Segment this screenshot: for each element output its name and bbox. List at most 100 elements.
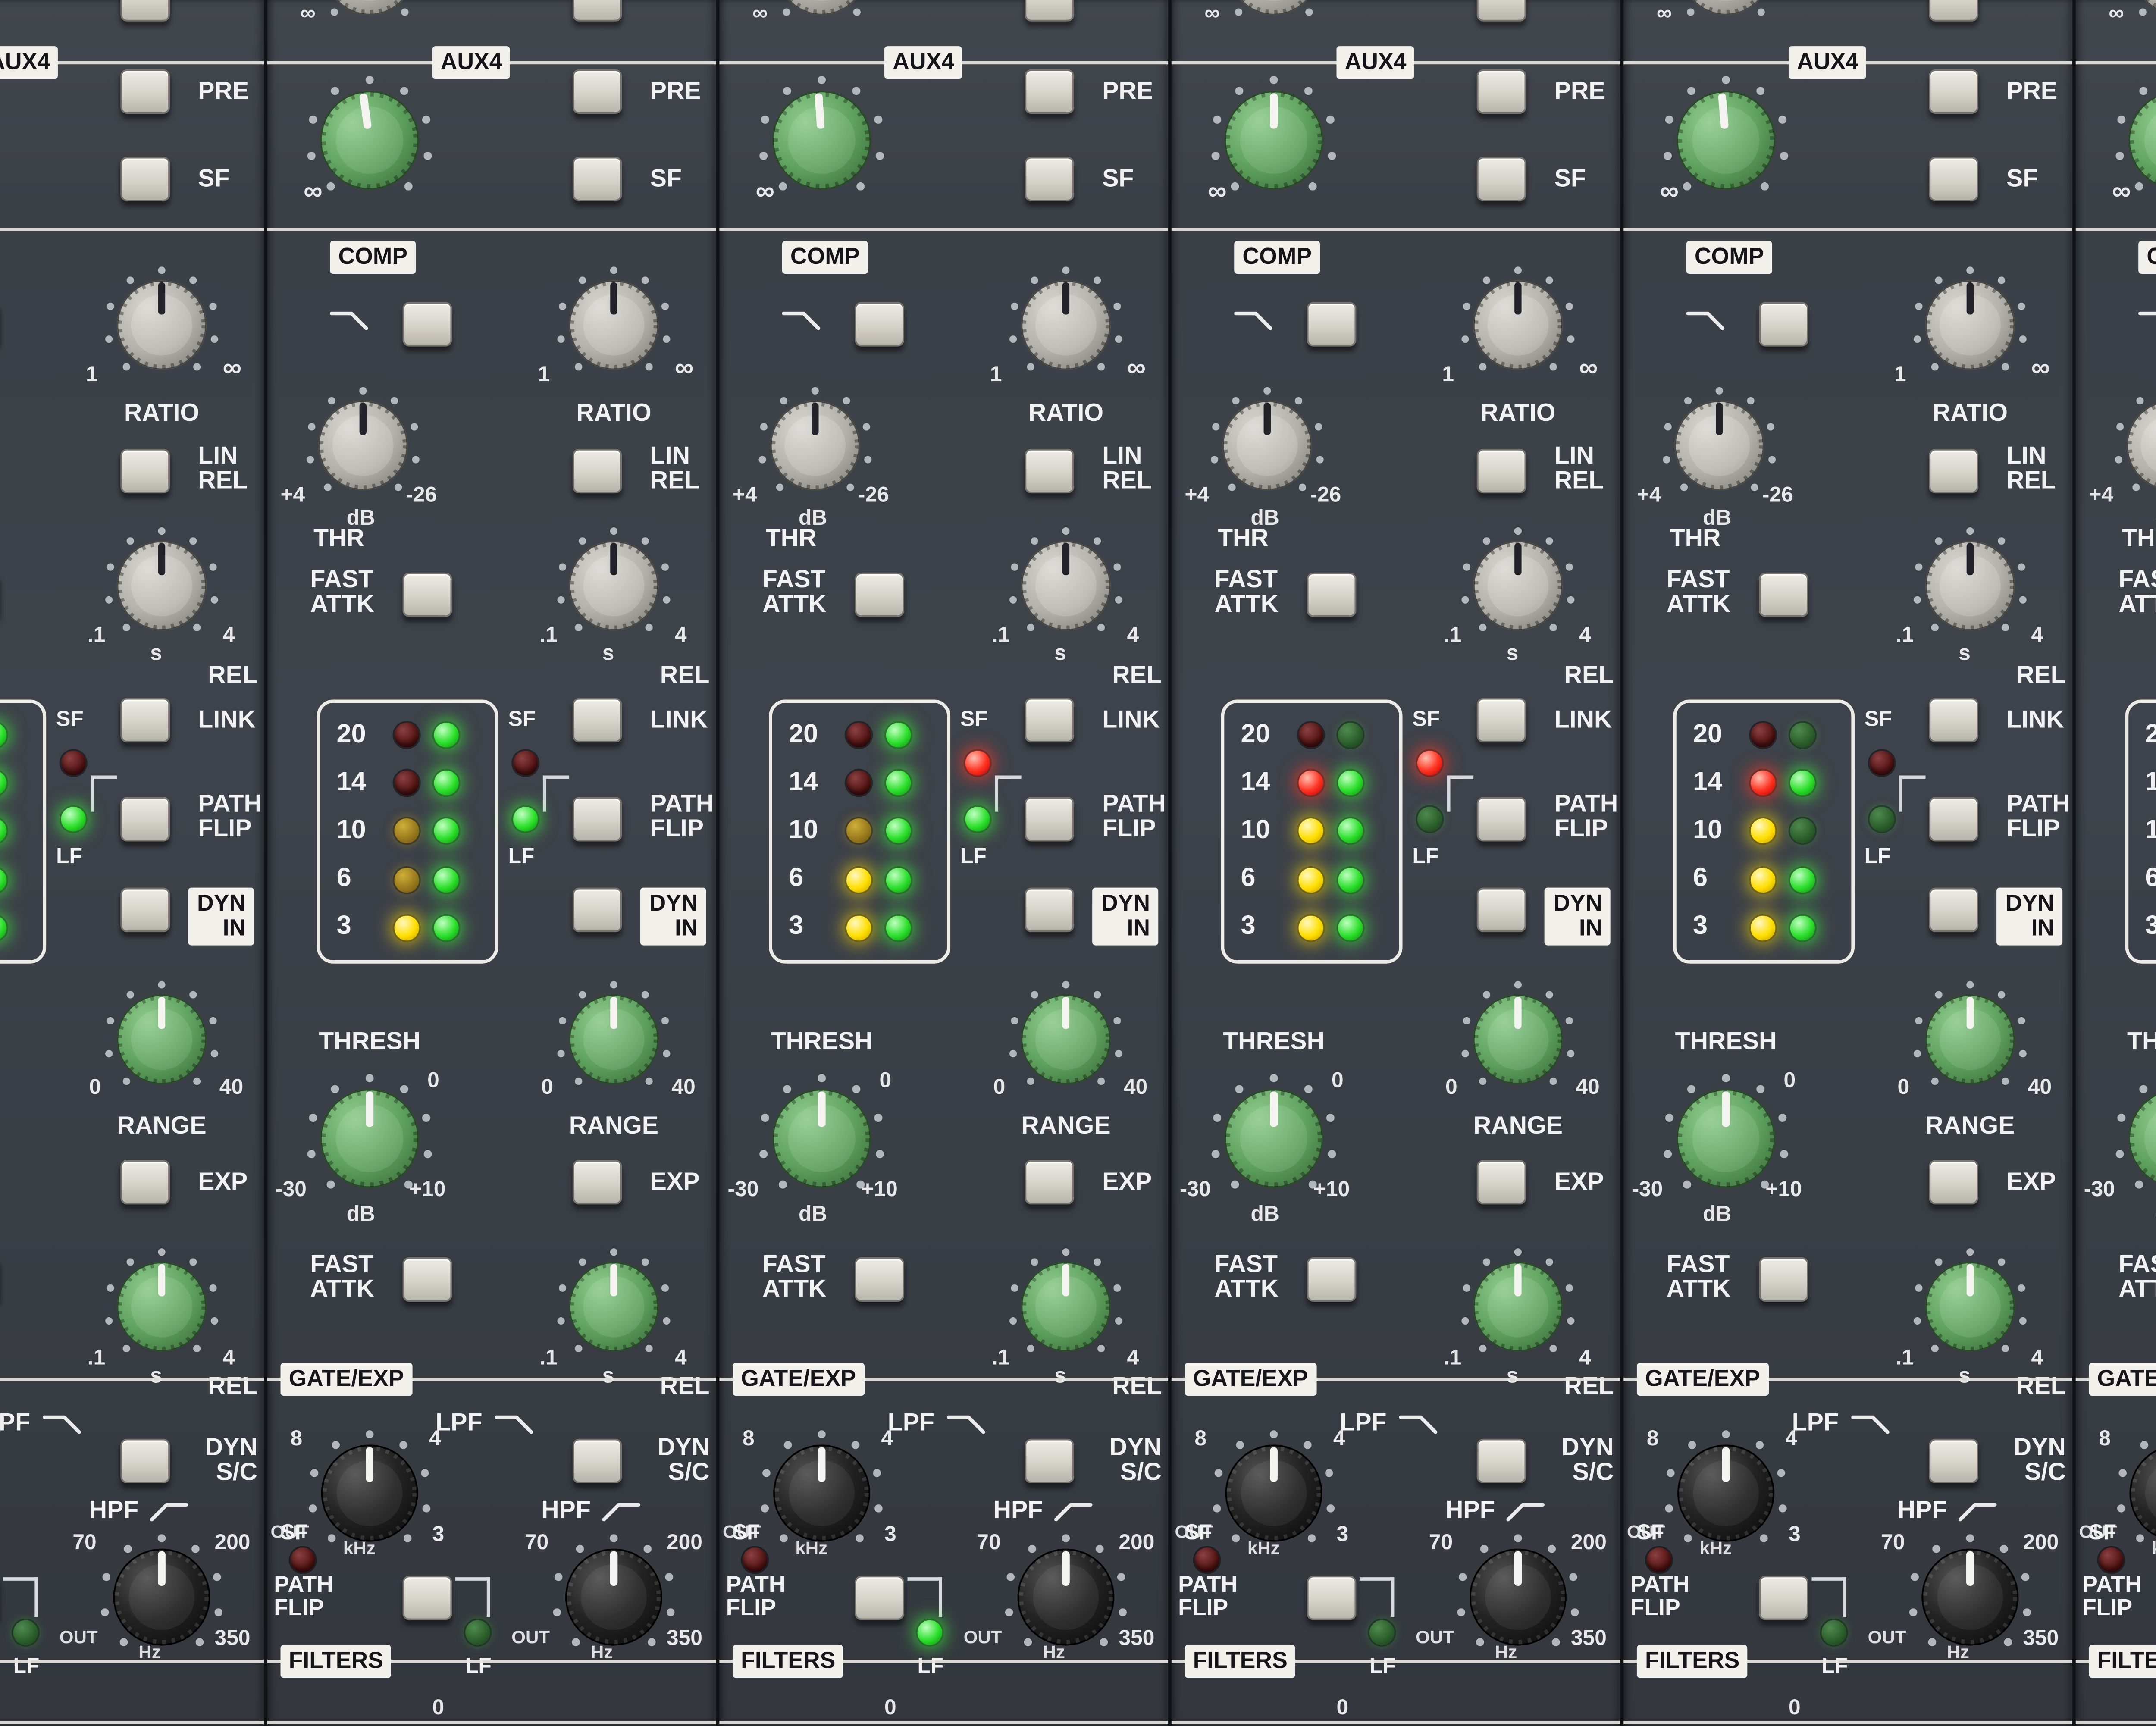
comp-knee-button[interactable] — [402, 302, 452, 347]
link-button[interactable] — [1025, 698, 1075, 742]
aux4-pre-button[interactable] — [1025, 69, 1075, 114]
link-button[interactable] — [120, 698, 170, 742]
filters-path-flip-button[interactable] — [402, 1576, 452, 1620]
aux4-pre-button[interactable] — [1476, 69, 1526, 114]
link-button[interactable] — [572, 698, 622, 742]
range-knob[interactable] — [1002, 975, 1130, 1103]
filters-path-flip-button[interactable] — [1759, 1576, 1808, 1620]
comp-fast-attack-button[interactable] — [402, 572, 452, 617]
aux3-level-knob-partial[interactable] — [305, 0, 434, 34]
ratio-knob[interactable] — [97, 261, 226, 389]
link-button[interactable] — [1929, 698, 1979, 742]
lin-rel-button[interactable] — [1929, 448, 1979, 494]
range-knob[interactable] — [1906, 975, 2034, 1103]
lin-rel-button[interactable] — [1476, 448, 1526, 494]
aux4-pre-button[interactable] — [1929, 69, 1979, 114]
aux4-sf-button[interactable] — [1025, 157, 1075, 201]
comp-path-flip-button[interactable] — [1476, 797, 1526, 842]
range-knob[interactable] — [97, 975, 226, 1103]
filters-path-flip-button[interactable] — [855, 1576, 904, 1620]
hpf-knob[interactable] — [997, 1528, 1135, 1666]
dyn-sc-button[interactable] — [120, 1438, 170, 1484]
gate-release-knob[interactable] — [97, 1242, 226, 1371]
aux4-pre-button[interactable] — [120, 69, 170, 114]
comp-release-knob[interactable] — [97, 521, 226, 650]
comp-knee-button[interactable] — [855, 302, 904, 347]
gate-fast-attack-button[interactable] — [1307, 1257, 1357, 1302]
gate-release-knob[interactable] — [1002, 1242, 1130, 1371]
comp-path-flip-button[interactable] — [120, 797, 170, 842]
exp-button[interactable] — [572, 1160, 622, 1205]
exp-button[interactable] — [1929, 1160, 1979, 1205]
dyn-in-button[interactable] — [120, 887, 170, 932]
dyn-sc-button[interactable] — [1025, 1438, 1075, 1484]
ratio-knob[interactable] — [1002, 261, 1130, 389]
comp-fast-attack-button[interactable] — [855, 572, 904, 617]
aux4-pre-button[interactable] — [572, 69, 622, 114]
lin-rel-button[interactable] — [572, 448, 622, 494]
comp-release-knob[interactable] — [1906, 521, 2034, 650]
partial-button[interactable] — [1929, 0, 1979, 22]
link-button[interactable] — [1476, 698, 1526, 742]
range-knob[interactable] — [549, 975, 678, 1103]
lin-rel-button[interactable] — [120, 448, 170, 494]
gate-release-knob[interactable] — [1454, 1242, 1582, 1371]
filters-lf-label: LF — [917, 1653, 944, 1678]
partial-button[interactable] — [1476, 0, 1526, 22]
partial-button[interactable] — [572, 0, 622, 22]
hpf-knob[interactable] — [1449, 1528, 1587, 1666]
partial-button[interactable] — [1025, 0, 1075, 22]
comp-knee-button[interactable] — [1759, 302, 1808, 347]
lpf-label: LPF — [1792, 1409, 1839, 1437]
comp-path-flip-button[interactable] — [572, 797, 622, 842]
hpf-knob[interactable] — [545, 1528, 683, 1666]
partial-button[interactable] — [120, 0, 170, 22]
dyn-in-button[interactable] — [1476, 887, 1526, 932]
gate-fast-attack-button[interactable] — [855, 1257, 904, 1302]
comp-path-flip-button[interactable] — [1929, 797, 1979, 842]
exp-button[interactable] — [1025, 1160, 1075, 1205]
exp-button[interactable] — [1476, 1160, 1526, 1205]
gate-release-knob[interactable] — [1906, 1242, 2034, 1371]
dyn-sc-button[interactable] — [572, 1438, 622, 1484]
ratio-knob[interactable] — [549, 261, 678, 389]
dyn-sc-button[interactable] — [1929, 1438, 1979, 1484]
aux3-level-knob-partial[interactable] — [1661, 0, 1790, 34]
dyn-sc-button[interactable] — [1476, 1438, 1526, 1484]
filters-path-flip-button[interactable] — [1307, 1576, 1357, 1620]
meter-row: 3 — [337, 913, 479, 943]
ratio-knob[interactable] — [1454, 261, 1582, 389]
comp-fast-attack-button[interactable] — [1307, 572, 1357, 617]
aux3-level-knob-partial[interactable] — [757, 0, 886, 34]
ratio-knob[interactable] — [1906, 261, 2034, 389]
aux4-sf-button[interactable] — [1476, 157, 1526, 201]
comp-rel-max-label: 4 — [1579, 622, 1591, 647]
comp-release-knob[interactable] — [1002, 521, 1130, 650]
hpf-knob[interactable] — [1901, 1528, 2039, 1666]
range-knob[interactable] — [1454, 975, 1582, 1103]
aux4-sf-button[interactable] — [120, 157, 170, 201]
comp-section-label: COMP — [330, 241, 416, 274]
lin-rel-button[interactable] — [1025, 448, 1075, 494]
hpf-max-label: 350 — [2023, 1625, 2059, 1650]
exp-button[interactable] — [120, 1160, 170, 1205]
thr-max-label: -26 — [858, 482, 889, 507]
aux4-infinity-tick-label: ∞ — [1208, 178, 1227, 207]
dyn-in-button[interactable] — [1929, 887, 1979, 932]
comp-release-knob[interactable] — [549, 521, 678, 650]
gate-fast-attack-label: FAST ATTK — [1666, 1250, 1731, 1303]
comp-release-knob[interactable] — [1454, 521, 1582, 650]
dyn-in-button[interactable] — [572, 887, 622, 932]
comp-fast-attack-button[interactable] — [1759, 572, 1808, 617]
aux4-sf-button[interactable] — [1929, 157, 1979, 201]
gate-fast-attack-button[interactable] — [1759, 1257, 1808, 1302]
comp-knee-button[interactable] — [1307, 302, 1357, 347]
aux3-level-knob-partial[interactable] — [1210, 0, 1338, 34]
comp-path-flip-button[interactable] — [1025, 797, 1075, 842]
aux4-sf-button[interactable] — [572, 157, 622, 201]
gate-fast-attack-button[interactable] — [402, 1257, 452, 1302]
hpf-knob[interactable] — [92, 1528, 231, 1666]
comp-threshold-knob[interactable] — [2107, 381, 2156, 510]
dyn-in-button[interactable] — [1025, 887, 1075, 932]
gate-release-knob[interactable] — [549, 1242, 678, 1371]
